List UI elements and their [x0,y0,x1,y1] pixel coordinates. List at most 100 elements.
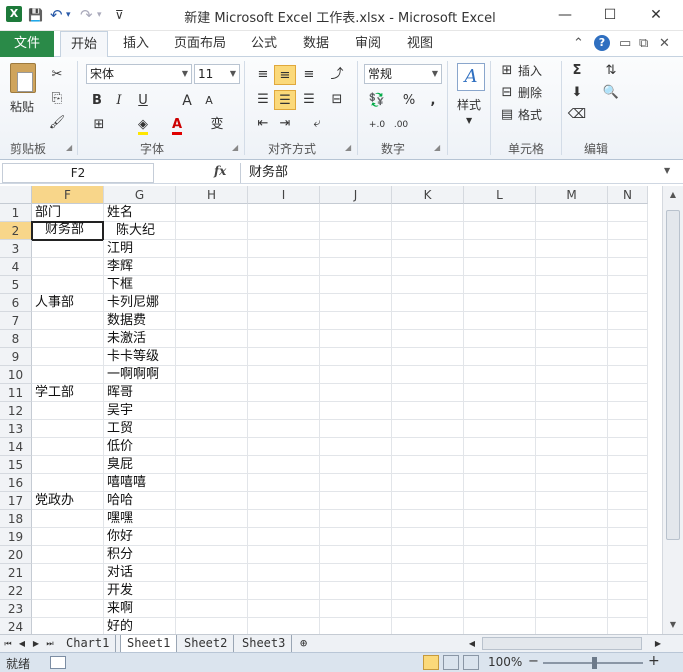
cell-m6[interactable] [536,294,608,312]
cell-k13[interactable] [392,420,464,438]
cell-l20[interactable] [464,546,536,564]
cell-n20[interactable] [608,546,648,564]
cell-m7[interactable] [536,312,608,330]
scroll-down-icon[interactable]: ▼ [663,616,683,634]
underline-button[interactable]: U [132,91,154,111]
delete-cells-button[interactable]: 删除 [518,83,542,103]
cell-j18[interactable] [320,510,392,528]
cell-j1[interactable] [320,204,392,222]
delete-cells-icon[interactable]: ⊟ [496,83,518,103]
cell-k24[interactable] [392,618,464,634]
cell-h15[interactable] [176,456,248,474]
tab-review[interactable]: 审阅 [346,31,390,57]
cell-l14[interactable] [464,438,536,456]
column-header-m[interactable]: M [536,186,608,204]
row-header[interactable]: 15 [0,456,32,474]
zoom-in-button[interactable]: + [648,653,660,669]
cell-f19[interactable] [32,528,104,546]
cell-n18[interactable] [608,510,648,528]
cell-j22[interactable] [320,582,392,600]
cut-icon[interactable]: ✂ [46,65,68,85]
cell-g23[interactable]: 来啊 [104,600,176,618]
insert-sheet-icon[interactable]: ⊕ [294,635,313,653]
sheet-tab-sheet2[interactable]: Sheet2 [178,635,235,653]
cell-n7[interactable] [608,312,648,330]
cell-j8[interactable] [320,330,392,348]
comma-button[interactable]: , [422,91,444,111]
phonetic-button[interactable]: 变 [206,115,228,135]
cell-l21[interactable] [464,564,536,582]
macro-record-icon[interactable] [50,656,66,669]
row-header[interactable]: 8 [0,330,32,348]
tab-view[interactable]: 视图 [398,31,442,57]
cell-l11[interactable] [464,384,536,402]
cell-h17[interactable] [176,492,248,510]
cell-h7[interactable] [176,312,248,330]
font-color-icon[interactable]: A [166,115,188,135]
collapse-ribbon-icon[interactable]: ⌃ [573,36,584,52]
cell-k1[interactable] [392,204,464,222]
font-launcher-icon[interactable]: ◢ [232,143,238,152]
cell-k18[interactable] [392,510,464,528]
cell-g15[interactable]: 臭屁 [104,456,176,474]
cell-i20[interactable] [248,546,320,564]
cell-m9[interactable] [536,348,608,366]
cell-k11[interactable] [392,384,464,402]
format-cells-button[interactable]: 格式 [518,105,542,125]
cell-l6[interactable] [464,294,536,312]
cell-g10[interactable]: 一啊啊啊 [104,366,176,384]
cell-i16[interactable] [248,474,320,492]
paste-button[interactable]: 粘贴 [10,97,34,117]
cell-g20[interactable]: 积分 [104,546,176,564]
cell-f11[interactable]: 学工部 [32,384,104,402]
cell-g3[interactable]: 江明 [104,240,176,258]
borders-icon[interactable]: ⊞ [88,115,110,135]
cell-j9[interactable] [320,348,392,366]
cell-m11[interactable] [536,384,608,402]
cell-f7[interactable] [32,312,104,330]
fill-color-icon[interactable]: ◈ [132,115,154,135]
last-sheet-icon[interactable]: ⏭ [44,635,56,653]
cell-i10[interactable] [248,366,320,384]
cell-m15[interactable] [536,456,608,474]
decrease-indent-icon[interactable]: ⇤ [252,114,274,134]
cell-k14[interactable] [392,438,464,456]
cell-f18[interactable] [32,510,104,528]
vertical-scroll-thumb[interactable] [666,210,680,540]
cell-n6[interactable] [608,294,648,312]
tab-page-layout[interactable]: 页面布局 [168,31,232,57]
cell-m1[interactable] [536,204,608,222]
cell-i3[interactable] [248,240,320,258]
column-header-h[interactable]: H [176,186,248,204]
cell-m22[interactable] [536,582,608,600]
cell-k15[interactable] [392,456,464,474]
cell-l22[interactable] [464,582,536,600]
clear-icon[interactable]: ⌫ [566,105,588,125]
cell-f14[interactable] [32,438,104,456]
cell-f12[interactable] [32,402,104,420]
cell-k12[interactable] [392,402,464,420]
cell-i23[interactable] [248,600,320,618]
row-header[interactable]: 24 [0,618,32,634]
italic-button[interactable]: I [108,91,130,111]
cell-k16[interactable] [392,474,464,492]
row-header[interactable]: 21 [0,564,32,582]
cell-j4[interactable] [320,258,392,276]
increase-indent-icon[interactable]: ⇥ [274,114,296,134]
row-header[interactable]: 13 [0,420,32,438]
sheet-tab-sheet1[interactable]: Sheet1 [120,635,178,653]
format-cells-icon[interactable]: ▤ [496,105,518,125]
close-button[interactable]: ✕ [634,2,678,28]
cell-g4[interactable]: 李辉 [104,258,176,276]
cell-k20[interactable] [392,546,464,564]
cell-n17[interactable] [608,492,648,510]
cell-m18[interactable] [536,510,608,528]
increase-decimal-icon[interactable]: +.0 [366,115,388,135]
column-header-n[interactable]: N [608,186,648,204]
cell-n4[interactable] [608,258,648,276]
page-break-view-icon[interactable] [463,655,479,670]
cell-k5[interactable] [392,276,464,294]
cell-m5[interactable] [536,276,608,294]
row-header[interactable]: 2 [0,222,32,240]
cell-j6[interactable] [320,294,392,312]
